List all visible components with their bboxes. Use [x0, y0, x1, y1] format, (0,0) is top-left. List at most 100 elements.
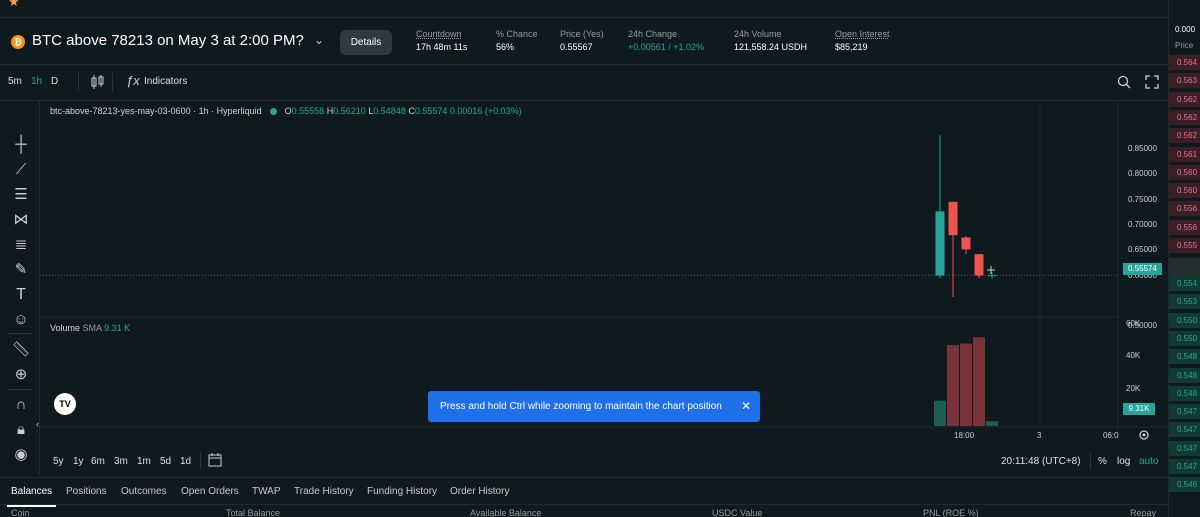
bid-row[interactable]: 0.547: [1169, 422, 1200, 438]
bid-row[interactable]: 0.547: [1169, 440, 1200, 456]
bid-row[interactable]: 0.547: [1169, 404, 1200, 420]
tradingview-logo-icon[interactable]: TV: [54, 393, 76, 415]
calendar-goto-icon[interactable]: [208, 453, 222, 467]
scale-log-toggle[interactable]: log: [1117, 456, 1130, 467]
trend-line-icon[interactable]: ⟋: [10, 159, 32, 181]
crosshair-icon[interactable]: ┼: [10, 134, 32, 156]
bid-row[interactable]: 0.548: [1169, 349, 1200, 365]
collapse-toolbar-icon[interactable]: ‹: [36, 419, 39, 429]
tab-twap[interactable]: TWAP: [252, 486, 281, 497]
market-title[interactable]: BTC above 78213 on May 3 at 2:00 PM?: [32, 32, 304, 49]
stat-label: Open Interest: [835, 29, 890, 39]
interval-5m[interactable]: 5m: [8, 76, 22, 87]
ask-row[interactable]: 0.562: [1169, 91, 1200, 107]
stat-chance: % Chance 56%: [496, 29, 538, 52]
column-header-usdc-value[interactable]: USDC Value: [712, 508, 762, 517]
bid-row[interactable]: 0.548: [1169, 367, 1200, 383]
sidebar-divider: [8, 389, 32, 390]
volume-bar: [947, 345, 959, 426]
visibility-icon[interactable]: ◉: [10, 444, 32, 466]
horizontal-lines-icon[interactable]: ☰: [10, 184, 32, 206]
fib-icon[interactable]: ≣: [10, 234, 32, 256]
range-3m[interactable]: 3m: [114, 456, 128, 467]
bid-row[interactable]: 0.547: [1169, 459, 1200, 474]
time-label: 06:0: [1103, 431, 1119, 440]
tab-order-history[interactable]: Order History: [450, 486, 509, 497]
column-header-coin[interactable]: Coin: [11, 508, 30, 517]
range-selector: 5y 1y 6m 3m 1m 5d 1d 20:11:48 (UTC+8) % …: [40, 447, 1168, 475]
bid-row[interactable]: 0.550: [1169, 330, 1200, 346]
settings-gear-icon[interactable]: [1138, 429, 1150, 441]
ruler-icon[interactable]: 📏︎: [10, 339, 32, 361]
volume-label: Volume: [50, 323, 81, 333]
fullscreen-icon[interactable]: [1145, 75, 1159, 89]
scale-auto-toggle[interactable]: auto: [1139, 456, 1158, 467]
candle-body: [961, 237, 971, 250]
range-1m[interactable]: 1m: [137, 456, 151, 467]
candle-body: [948, 201, 958, 236]
tab-balances[interactable]: Balances: [6, 486, 57, 507]
ask-row[interactable]: 0.562: [1169, 109, 1200, 125]
interval-d[interactable]: D: [51, 76, 58, 87]
range-6m[interactable]: 6m: [91, 456, 105, 467]
bid-row[interactable]: 0.548: [1169, 385, 1200, 401]
tab-funding-history[interactable]: Funding History: [367, 486, 437, 497]
range-1y[interactable]: 1y: [73, 456, 84, 467]
stat-24h-change: 24h Change +0.00561 / +1.02%: [628, 29, 704, 52]
bid-row[interactable]: 0.546: [1169, 477, 1200, 493]
lock-icon[interactable]: 🔒︎: [10, 419, 32, 441]
emoji-icon[interactable]: ☺: [10, 309, 32, 331]
ask-row[interactable]: 0.556: [1169, 219, 1200, 235]
top-strip: ★: [0, 0, 1168, 18]
price-tick: 0.70000: [1128, 220, 1157, 229]
bid-row[interactable]: 0.550: [1169, 312, 1200, 328]
tab-trade-history[interactable]: Trade History: [294, 486, 354, 497]
ask-row[interactable]: 0.561: [1169, 146, 1200, 162]
ask-row[interactable]: 0.556: [1169, 201, 1200, 217]
column-header-repay[interactable]: Repay: [1130, 508, 1156, 517]
indicators-icon[interactable]: ƒx: [126, 73, 140, 88]
chart-legend: btc-above-78213-yes-may-03-0600 · 1h · H…: [50, 106, 522, 116]
text-icon[interactable]: T: [10, 284, 32, 306]
zoom-search-icon[interactable]: [1117, 75, 1131, 89]
interval-1h[interactable]: 1h: [31, 76, 42, 87]
order-book-price-header: Price: [1175, 41, 1194, 50]
indicators-button[interactable]: Indicators: [144, 76, 187, 87]
column-header-pnl[interactable]: PNL (ROE %): [923, 508, 979, 517]
close-icon[interactable]: ✕: [741, 391, 751, 422]
sidebar-divider: [8, 333, 32, 334]
magnet-icon[interactable]: ∩: [10, 394, 32, 416]
chart-toolbar: 5m 1h D ƒx Indicators: [0, 65, 1168, 101]
stat-value: 121,558.24 USDH: [734, 42, 808, 52]
chevron-down-icon[interactable]: ⌄: [314, 33, 324, 47]
ask-row[interactable]: 0.564: [1169, 55, 1200, 70]
zoom-in-icon[interactable]: ⊕: [10, 364, 32, 386]
ask-row[interactable]: 0.555: [1169, 238, 1200, 253]
app-root: ★ ₿ BTC above 78213 on May 3 at 2:00 PM?…: [0, 0, 1200, 517]
column-header-available-balance[interactable]: Available Balance: [470, 508, 541, 517]
ask-row[interactable]: 0.562: [1169, 128, 1200, 144]
bid-row[interactable]: 0.554: [1169, 276, 1200, 291]
tab-positions[interactable]: Positions: [66, 486, 107, 497]
range-1d[interactable]: 1d: [180, 456, 191, 467]
candlestick-type-icon[interactable]: [90, 74, 104, 90]
favorite-star-icon[interactable]: ★: [8, 0, 20, 10]
details-button[interactable]: Details: [340, 30, 392, 55]
ask-row[interactable]: 0.560: [1169, 183, 1200, 199]
drawing-tools-sidebar: ┼ ⟋ ☰ ⋈ ≣ ✎ T ☺ 📏︎ ⊕ ∩ 🔒︎ ◉ ‹: [0, 101, 40, 475]
brush-icon[interactable]: ✎: [10, 259, 32, 281]
ohlc-open-label: O: [284, 106, 292, 116]
scale-percent-toggle[interactable]: %: [1098, 456, 1107, 467]
range-5y[interactable]: 5y: [53, 456, 64, 467]
tab-open-orders[interactable]: Open Orders: [181, 486, 239, 497]
order-book-header-value: 0.000: [1175, 25, 1196, 34]
timezone-clock[interactable]: 20:11:48 (UTC+8): [1001, 456, 1081, 467]
column-header-total-balance[interactable]: Total Balance: [226, 508, 280, 517]
ask-row[interactable]: 0.563: [1169, 73, 1200, 89]
ask-row[interactable]: 0.560: [1169, 164, 1200, 180]
pattern-icon[interactable]: ⋈: [10, 209, 32, 231]
range-5d[interactable]: 5d: [160, 456, 171, 467]
bid-row[interactable]: 0.553: [1169, 294, 1200, 310]
tab-outcomes[interactable]: Outcomes: [121, 486, 167, 497]
ohlc-close: 0.55574: [414, 106, 448, 116]
